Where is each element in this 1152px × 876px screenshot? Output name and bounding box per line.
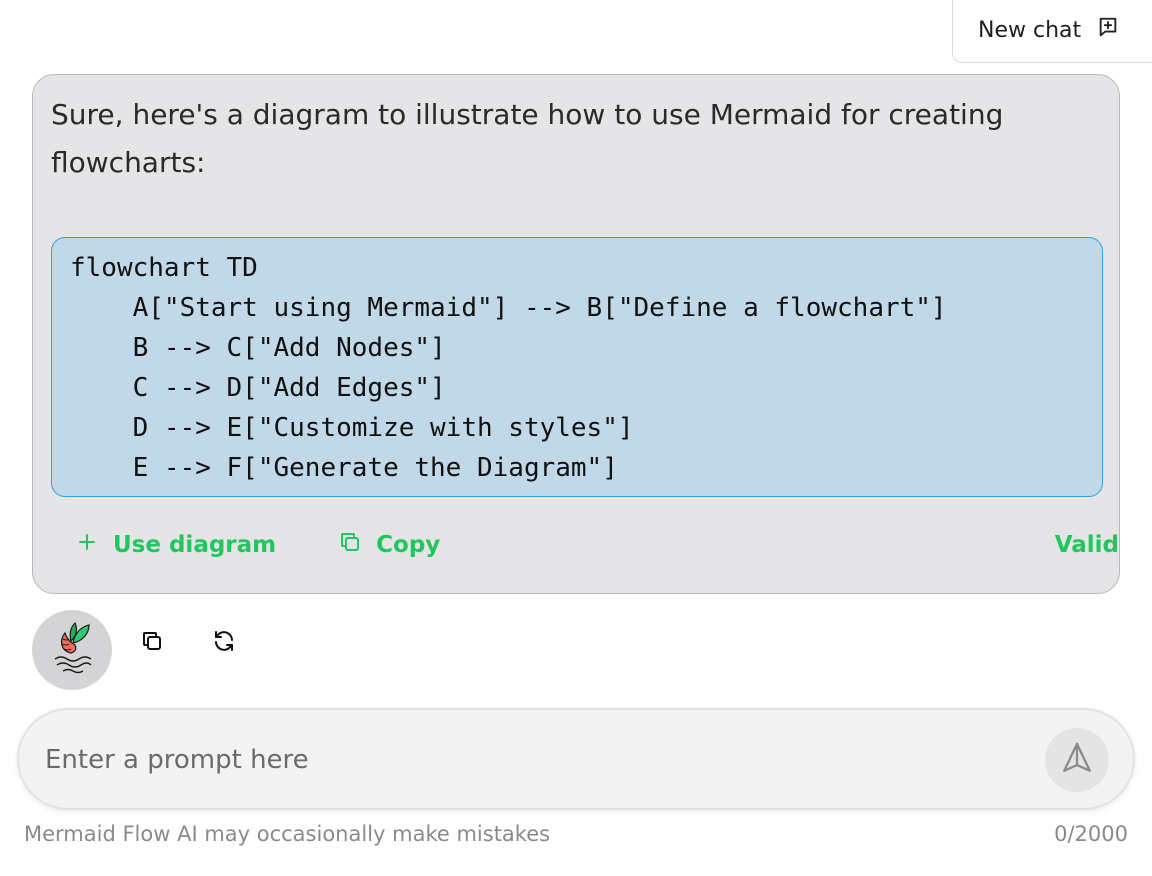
copy-icon <box>338 530 362 560</box>
char-counter: 0/2000 <box>1054 822 1128 846</box>
code-line: B --> C["Add Nodes"] <box>70 333 446 363</box>
send-button[interactable] <box>1045 728 1109 792</box>
use-diagram-button[interactable]: Use diagram <box>75 530 276 560</box>
mermaid-logo-icon <box>54 621 92 674</box>
use-diagram-label: Use diagram <box>113 532 277 558</box>
code-actions: Use diagram Copy Valid <box>75 525 1119 565</box>
code-line: E --> F["Generate the Diagram"] <box>70 453 618 483</box>
code-line: D --> E["Customize with styles"] <box>70 413 634 443</box>
copy-label: Copy <box>376 532 441 558</box>
regenerate-button[interactable] <box>207 626 241 660</box>
disclaimer-text: Mermaid Flow AI may occasionally make mi… <box>24 822 551 846</box>
plus-icon <box>75 530 99 560</box>
chat-page: New chat Sure, here's a diagram to illus… <box>0 0 1152 876</box>
avatar <box>32 610 112 690</box>
refresh-icon <box>212 629 236 657</box>
message-plus-icon <box>1097 16 1119 44</box>
prompt-input[interactable] <box>45 736 1025 784</box>
assistant-message: Sure, here's a diagram to illustrate how… <box>32 74 1120 594</box>
send-icon <box>1060 741 1094 779</box>
new-chat-label: New chat <box>978 17 1082 43</box>
new-chat-button[interactable]: New chat <box>952 0 1152 63</box>
code-line: flowchart TD <box>70 253 258 283</box>
message-text: Sure, here's a diagram to illustrate how… <box>51 98 1004 179</box>
copy-icon <box>140 629 164 657</box>
valid-status: Valid <box>1054 532 1119 558</box>
code-line: C --> D["Add Edges"] <box>70 373 446 403</box>
copy-message-button[interactable] <box>135 626 169 660</box>
prompt-box <box>17 708 1135 810</box>
copy-code-button[interactable]: Copy <box>338 530 440 560</box>
code-block: flowchart TD A["Start using Mermaid"] --… <box>51 237 1103 497</box>
code-line: A["Start using Mermaid"] --> B["Define a… <box>70 293 947 323</box>
